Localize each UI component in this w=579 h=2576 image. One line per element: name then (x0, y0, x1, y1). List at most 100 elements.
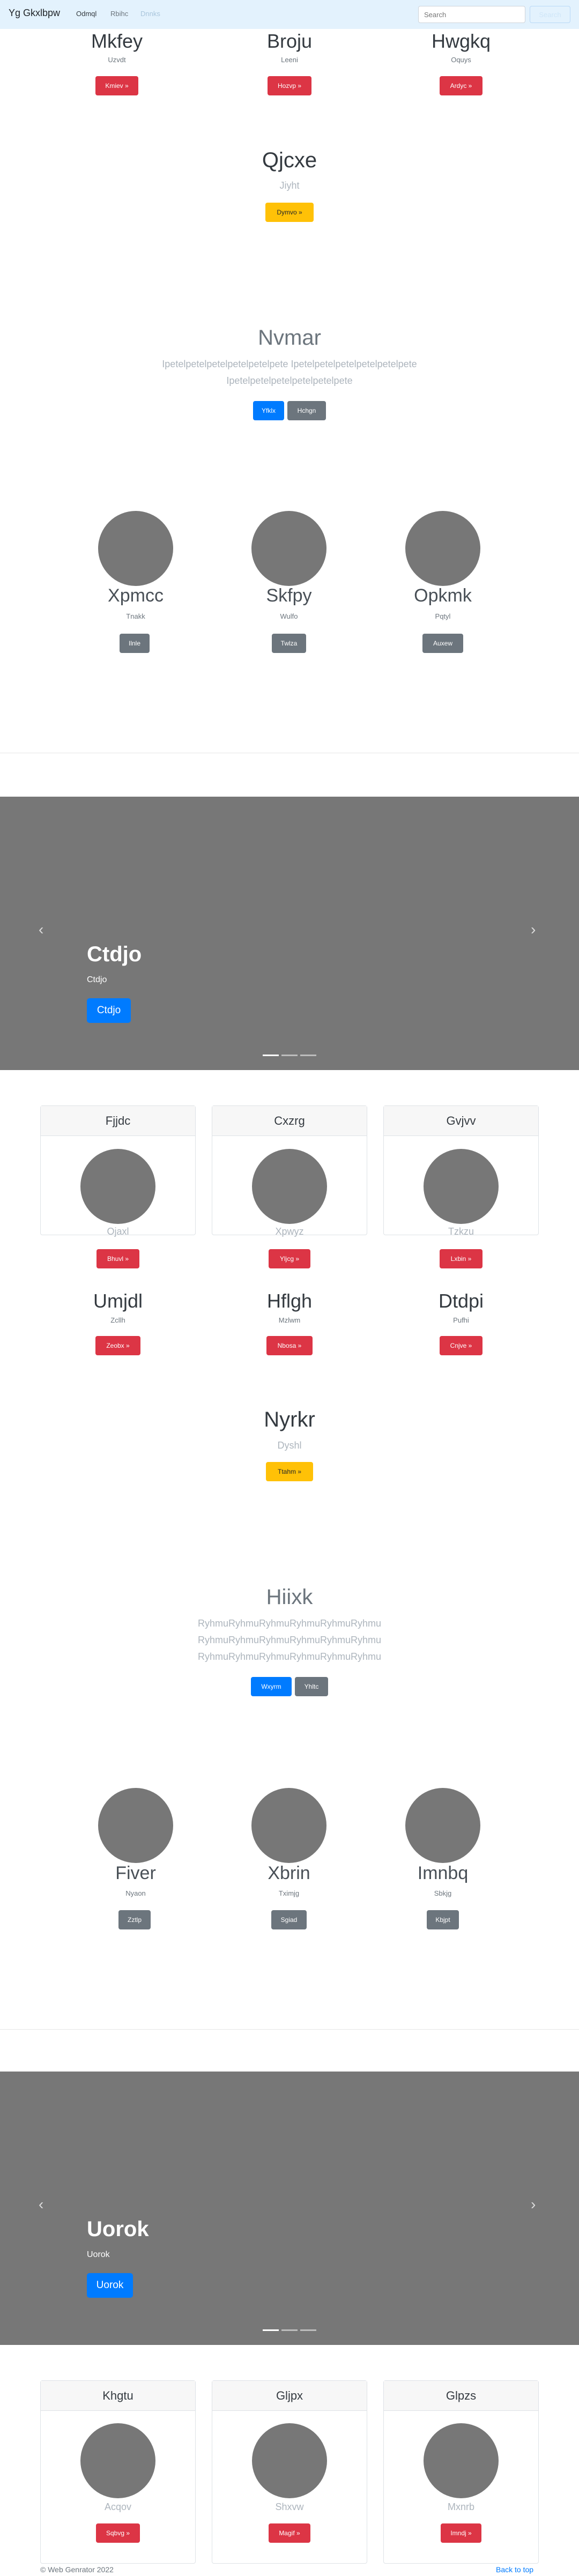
search-button[interactable]: Search (530, 6, 570, 23)
feature-button[interactable]: Hozvp » (268, 76, 311, 95)
feature-title: Hwgkq (431, 30, 491, 52)
feature-subtitle: Uzvdt (108, 56, 126, 64)
nav-link-1[interactable]: Odmql (76, 10, 96, 18)
card-header: Gljpx (212, 2381, 367, 2411)
feature-subtitle: Pufhi (453, 1316, 469, 1324)
feature-title: Dtdpi (438, 1290, 484, 1312)
team-role: Sbkjg (434, 1889, 452, 1897)
feature-button[interactable]: Cnjve » (440, 1336, 482, 1355)
avatar (424, 2423, 499, 2498)
card-button[interactable]: Lxbin » (440, 1249, 482, 1268)
avatar (251, 1788, 326, 1863)
feature-button[interactable]: Zeobx » (95, 1336, 140, 1355)
card-name: Shxvw (275, 2501, 304, 2512)
team-name: Xpmcc (108, 585, 164, 606)
team-role: Tximjg (278, 1889, 300, 1897)
jumbotron-title: Nvmar (258, 326, 321, 350)
feature-title: Broju (266, 30, 313, 52)
avatar (252, 2423, 327, 2498)
avatar (252, 1149, 327, 1224)
avatar (80, 2423, 155, 2498)
promo-button[interactable]: Ttahm » (266, 1462, 313, 1481)
nav-link-3[interactable]: Dnnks (140, 10, 160, 18)
carousel-indicator-active[interactable] (263, 2329, 279, 2331)
card-name: Acqov (104, 2501, 132, 2512)
brand-logo[interactable]: Yg Gkxlbpw (9, 8, 60, 19)
team-name: Opkmk (414, 585, 472, 606)
jumbotron-text: Ipetelpetelpetelpetelpetelpete Ipetelpet… (162, 359, 417, 369)
card-header: Gvjvv (384, 1106, 538, 1136)
footer-copyright: © Web Genrator 2022 (40, 2565, 114, 2574)
carousel-indicator-active[interactable] (263, 1055, 279, 1056)
divider (0, 2029, 579, 2030)
chevron-left-icon[interactable]: ‹ (39, 2196, 43, 2213)
feature-button[interactable]: Nbosa » (266, 1336, 313, 1355)
jumbotron-secondary-button[interactable]: Yhltc (295, 1677, 328, 1696)
chevron-right-icon[interactable]: › (531, 2196, 536, 2213)
avatar (98, 1788, 173, 1863)
team-role: Wulfo (280, 612, 298, 620)
team-name: Imnbq (417, 1863, 469, 1883)
hero-carousel: ‹ › Uorok Uorok Uorok (0, 2072, 579, 2345)
card-name: Mxnrb (447, 2501, 474, 2512)
jumbotron-primary-button[interactable]: Yfklx (253, 401, 284, 420)
team-button[interactable]: Twlza (272, 634, 306, 653)
card-header: Fjjdc (41, 1106, 195, 1136)
carousel-indicator[interactable] (281, 1055, 298, 1056)
team-button[interactable]: Ilnle (120, 634, 150, 653)
chevron-right-icon[interactable]: › (531, 921, 536, 938)
feature-title: Mkfey (91, 30, 143, 52)
carousel-title: Ctdjo (87, 942, 142, 966)
carousel-button[interactable]: Uorok (87, 2273, 133, 2298)
promo-subtitle: Dyshl (277, 1440, 302, 1451)
carousel-indicator[interactable] (281, 2329, 298, 2331)
feature-title: Hflgh (266, 1290, 313, 1312)
feature-subtitle: Mzlwm (278, 1316, 301, 1324)
jumbotron-title: Hiixk (266, 1585, 313, 1609)
back-to-top-link[interactable]: Back to top (496, 2565, 533, 2574)
card-button[interactable]: Bhuvl » (96, 1249, 139, 1268)
avatar (405, 511, 480, 586)
feature-button[interactable]: Ardyc » (440, 76, 482, 95)
avatar (251, 511, 326, 586)
feature-subtitle: Oquys (451, 56, 471, 64)
carousel-indicator[interactable] (300, 1055, 316, 1056)
carousel-button[interactable]: Ctdjo (87, 998, 131, 1023)
team-role: Pqtyl (435, 612, 451, 620)
card-button[interactable]: Imndj » (441, 2523, 481, 2543)
team-role: Nyaon (125, 1889, 146, 1897)
jumbotron-text: Ipetelpetelpetelpetelpetelpete (226, 375, 353, 386)
carousel-indicator[interactable] (300, 2329, 316, 2331)
feature-subtitle: Zcllh (110, 1316, 125, 1324)
team-button[interactable]: Zztlp (118, 1910, 151, 1929)
team-button[interactable]: Kbjpt (427, 1910, 459, 1929)
feature-button[interactable]: Kmiev » (95, 76, 138, 95)
team-role: Tnakk (126, 612, 145, 620)
team-button[interactable]: Auxew (422, 634, 463, 653)
promo-button[interactable]: Dymvo » (265, 203, 314, 222)
jumbotron-secondary-button[interactable]: Hchgn (287, 401, 326, 420)
promo-subtitle: Jiyht (279, 180, 300, 191)
team-button[interactable]: Sgiad (271, 1910, 307, 1929)
avatar (405, 1788, 480, 1863)
card-button[interactable]: Magif » (269, 2523, 310, 2543)
card-button[interactable]: Yljcg » (269, 1249, 310, 1268)
card-header: Cxzrg (212, 1106, 367, 1136)
chevron-left-icon[interactable]: ‹ (39, 921, 43, 938)
avatar (98, 511, 173, 586)
card-name: Ojaxl (107, 1226, 129, 1237)
card-button[interactable]: Sqbvg » (96, 2523, 140, 2543)
team-name: Skfpy (266, 585, 312, 606)
card-name: Xpwyz (275, 1226, 304, 1237)
avatar (424, 1149, 499, 1224)
jumbotron-text: RyhmuRyhmuRyhmuRyhmuRyhmuRyhmu (197, 1635, 382, 1645)
search-input[interactable] (418, 6, 525, 23)
nav-link-2[interactable]: Rbihc (110, 10, 128, 18)
carousel-subtitle: Ctdjo (87, 975, 107, 984)
promo-title: Qjcxe (262, 149, 317, 172)
feature-subtitle: Leeni (281, 56, 298, 64)
jumbotron-primary-button[interactable]: Wxyrm (251, 1677, 292, 1696)
carousel-title: Uorok (87, 2217, 149, 2241)
avatar (80, 1149, 155, 1224)
promo-title: Nyrkr (264, 1408, 315, 1431)
